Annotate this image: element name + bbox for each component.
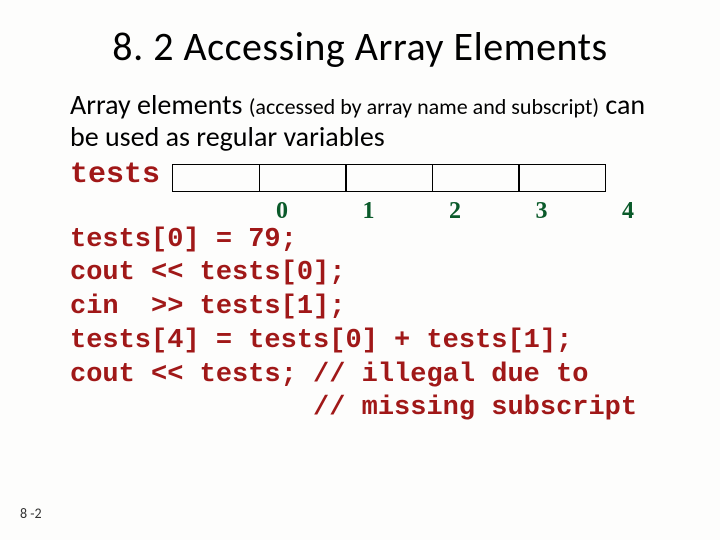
index-label: 0: [238, 198, 326, 226]
array-name-label: tests: [70, 158, 160, 193]
body-paragraph: Array elements (accessed by array name a…: [70, 89, 650, 153]
index-label: 2: [411, 198, 499, 226]
index-label: 3: [498, 198, 586, 226]
array-cell: [172, 164, 260, 192]
body-part1: Array elements: [70, 87, 249, 122]
array-cell: [345, 164, 433, 192]
array-cell: [432, 164, 520, 192]
slide-title: 8. 2 Accessing Array Elements: [0, 0, 720, 71]
array-indices: 01234: [238, 193, 650, 226]
array-cell: [259, 164, 347, 192]
slide: 8. 2 Accessing Array Elements Array elem…: [0, 0, 720, 540]
array-cell: [518, 164, 606, 192]
index-label: 4: [584, 198, 672, 226]
index-label: 1: [325, 198, 413, 226]
page-number: 8 -2: [20, 505, 42, 522]
array-cells: [172, 160, 606, 192]
body-part2: (accessed by array name and subscript): [249, 93, 599, 120]
slide-body: Array elements (accessed by array name a…: [0, 71, 720, 426]
array-diagram: tests: [70, 157, 650, 193]
code-block: tests[0] = 79; cout << tests[0]; cin >> …: [70, 224, 650, 427]
